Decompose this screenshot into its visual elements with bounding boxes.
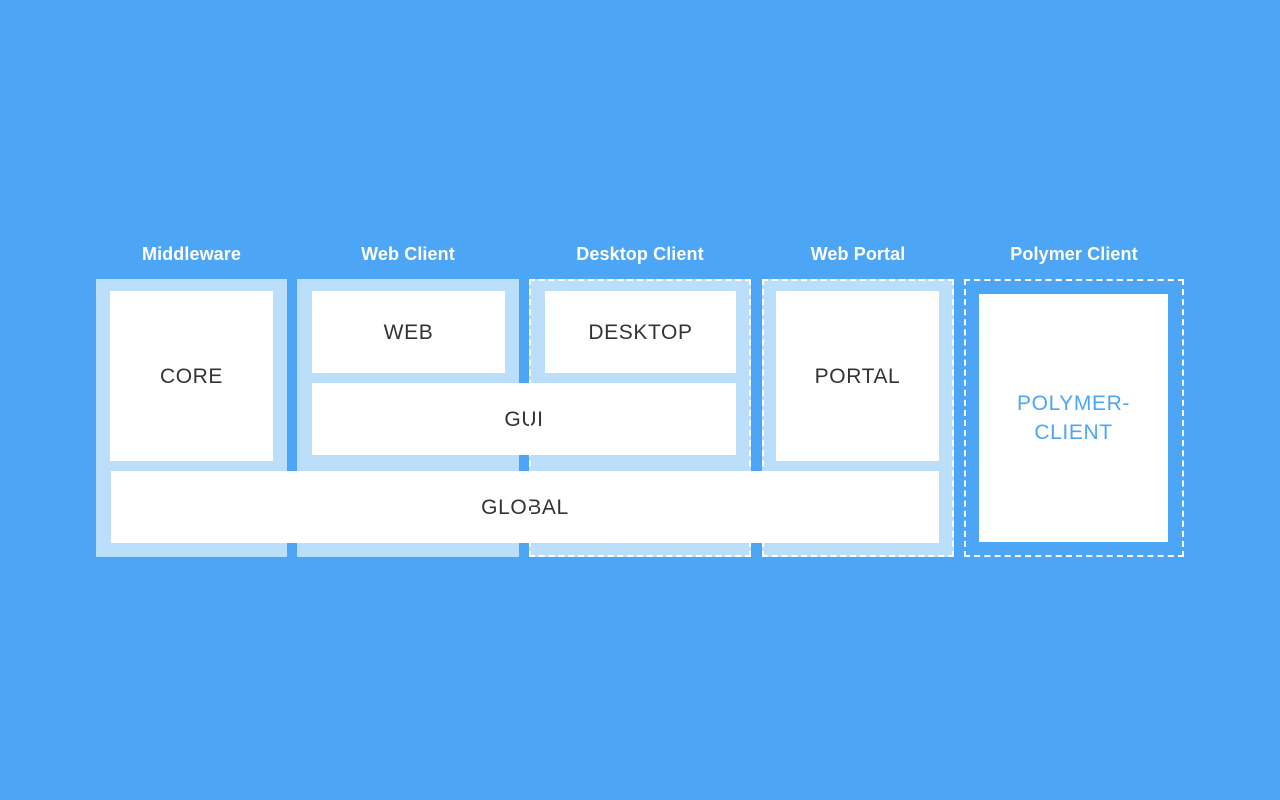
box-core-label: CORE	[159, 364, 224, 388]
column-title-desktop-client-label: Desktop Client	[576, 244, 704, 264]
box-polymer-client[interactable]: POLYMER- CLIENT	[979, 294, 1168, 542]
box-polymer-client-label: POLYMER- CLIENT	[1017, 392, 1130, 444]
box-gui[interactable]: GUI	[312, 383, 736, 455]
column-title-desktop-client: Desktop Client	[529, 242, 751, 266]
column-title-polymer-client: Polymer Client	[964, 242, 1184, 266]
column-title-middleware: Middleware	[96, 242, 287, 266]
box-desktop-label: DESKTOP	[588, 320, 693, 344]
box-global-label: GLOBAL	[481, 495, 569, 519]
column-title-polymer-client-label: Polymer Client	[1010, 244, 1138, 264]
box-web-label: WEB	[383, 320, 434, 344]
box-gui-label: GUI	[504, 407, 544, 431]
box-portal-label: PORTAL	[814, 364, 901, 388]
box-portal[interactable]: PORTAL	[776, 291, 939, 461]
column-title-web-portal-label: Web Portal	[810, 244, 906, 264]
column-title-middleware-label: Middleware	[141, 244, 242, 264]
column-title-web-client: Web Client	[297, 242, 519, 266]
column-title-web-portal: Web Portal	[762, 242, 954, 266]
diagram-canvas: CORE WEB DESKTOP PORTAL GUI GLOBAL POLYM…	[0, 0, 1280, 800]
column-title-web-client-label: Web Client	[361, 244, 455, 264]
box-web[interactable]: WEB	[312, 291, 505, 373]
box-global[interactable]: GLOBAL	[111, 471, 939, 543]
box-desktop[interactable]: DESKTOP	[545, 291, 736, 373]
box-core[interactable]: CORE	[110, 291, 273, 461]
